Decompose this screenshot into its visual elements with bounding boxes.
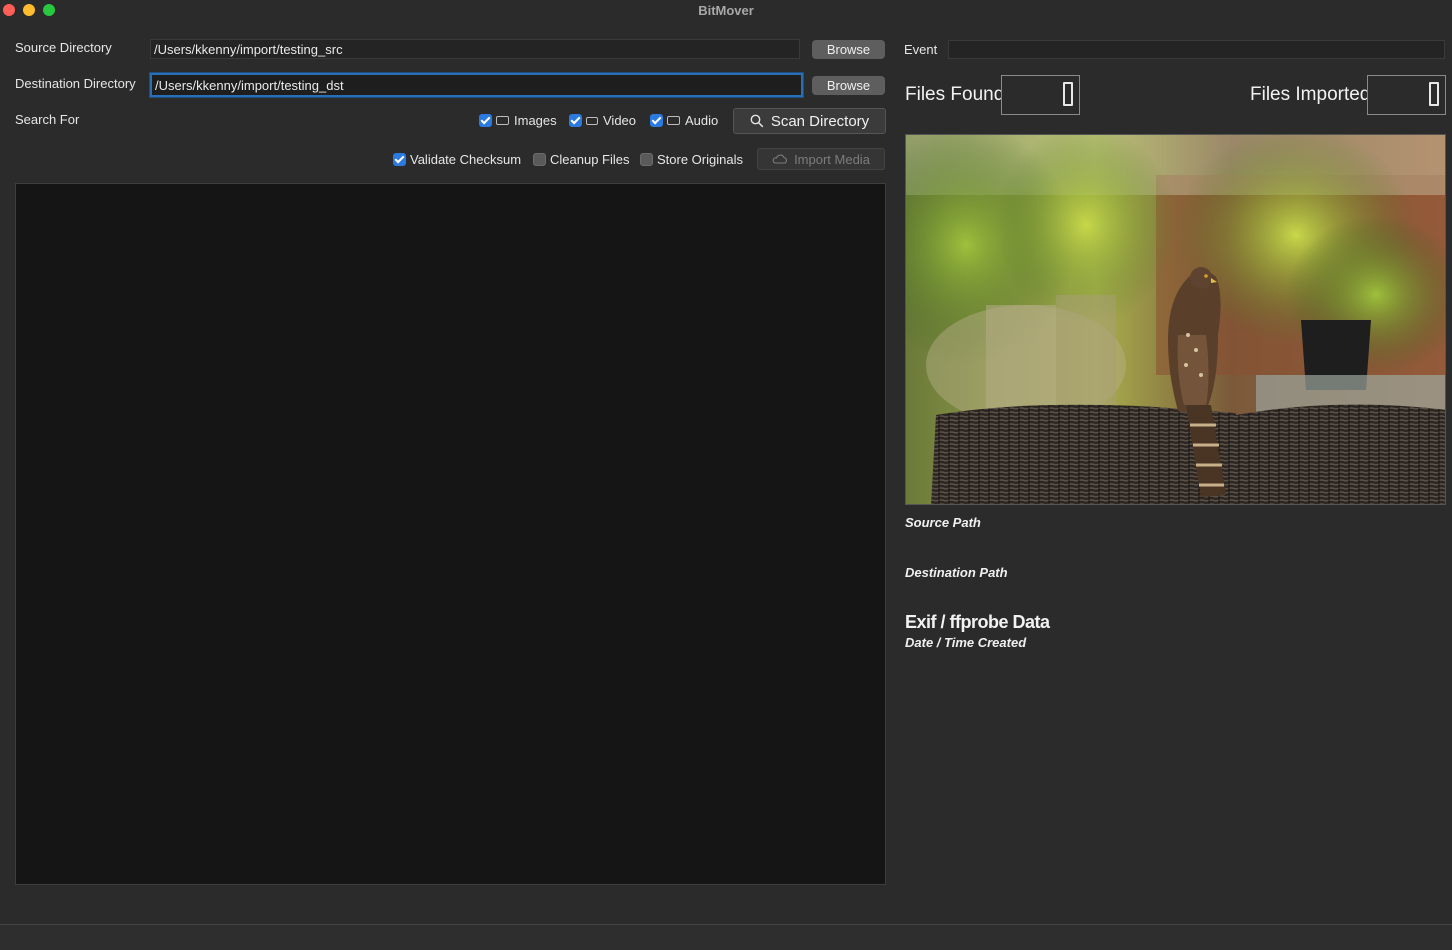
date-time-created-label: Date / Time Created: [905, 635, 1027, 650]
event-input[interactable]: [948, 40, 1445, 59]
source-path-label: Source Path: [905, 515, 981, 530]
store-originals-checkbox[interactable]: Store Originals: [640, 152, 743, 167]
files-imported-digit: [1429, 82, 1439, 106]
cloud-icon: [772, 154, 788, 164]
source-directory-input[interactable]: [150, 39, 800, 59]
cleanup-files-checkbox[interactable]: Cleanup Files: [533, 152, 630, 167]
validate-checksum-label: Validate Checksum: [410, 152, 522, 167]
audio-checkbox[interactable]: Audio: [650, 113, 718, 128]
file-list[interactable]: [15, 183, 886, 885]
import-media-label: Import Media: [794, 151, 870, 167]
import-media-button[interactable]: Import Media: [757, 148, 885, 170]
store-originals-box[interactable]: [640, 153, 653, 166]
audio-icon: [667, 116, 680, 125]
title-bar: BitMover: [0, 0, 1452, 20]
images-checkbox-label: Images: [514, 113, 557, 128]
files-found-label: Files Found: [905, 84, 1005, 105]
exif-heading: Exif / ffprobe Data: [905, 612, 1050, 632]
files-imported-label: Files Imported: [1250, 84, 1371, 105]
cleanup-files-label: Cleanup Files: [550, 152, 630, 167]
cleanup-files-box[interactable]: [533, 153, 546, 166]
files-imported-counter: [1367, 75, 1446, 115]
event-label: Event: [904, 42, 938, 57]
validate-checksum-checkbox[interactable]: Validate Checksum: [393, 152, 521, 167]
audio-checkbox-label: Audio: [685, 113, 719, 128]
camera-icon: [496, 116, 509, 125]
video-checkbox-box[interactable]: [569, 114, 582, 127]
files-found-counter: [1001, 75, 1080, 115]
files-found-digit: [1063, 82, 1073, 106]
scan-directory-label: Scan Directory: [770, 112, 870, 130]
store-originals-label: Store Originals: [657, 152, 743, 167]
search-for-label: Search For: [15, 112, 80, 127]
magnifier-icon: [750, 114, 764, 128]
destination-directory-label: Destination Directory: [15, 76, 136, 91]
scan-directory-button[interactable]: Scan Directory: [733, 108, 886, 134]
images-checkbox-box[interactable]: [479, 114, 492, 127]
video-camera-icon: [586, 116, 598, 125]
destination-browse-button[interactable]: Browse: [812, 76, 885, 95]
audio-checkbox-box[interactable]: [650, 114, 663, 127]
video-checkbox[interactable]: Video: [569, 113, 636, 128]
source-directory-label: Source Directory: [15, 40, 112, 55]
status-bar: [0, 925, 1452, 950]
media-preview-image: [905, 134, 1446, 505]
source-browse-button[interactable]: Browse: [812, 40, 885, 59]
destination-path-label: Destination Path: [905, 565, 1008, 580]
images-checkbox[interactable]: Images: [479, 113, 557, 128]
validate-checksum-box[interactable]: [393, 153, 406, 166]
video-checkbox-label: Video: [603, 113, 637, 128]
window-title: BitMover: [698, 3, 754, 18]
destination-directory-input[interactable]: [150, 73, 803, 97]
hawk-photo: [906, 135, 1445, 504]
